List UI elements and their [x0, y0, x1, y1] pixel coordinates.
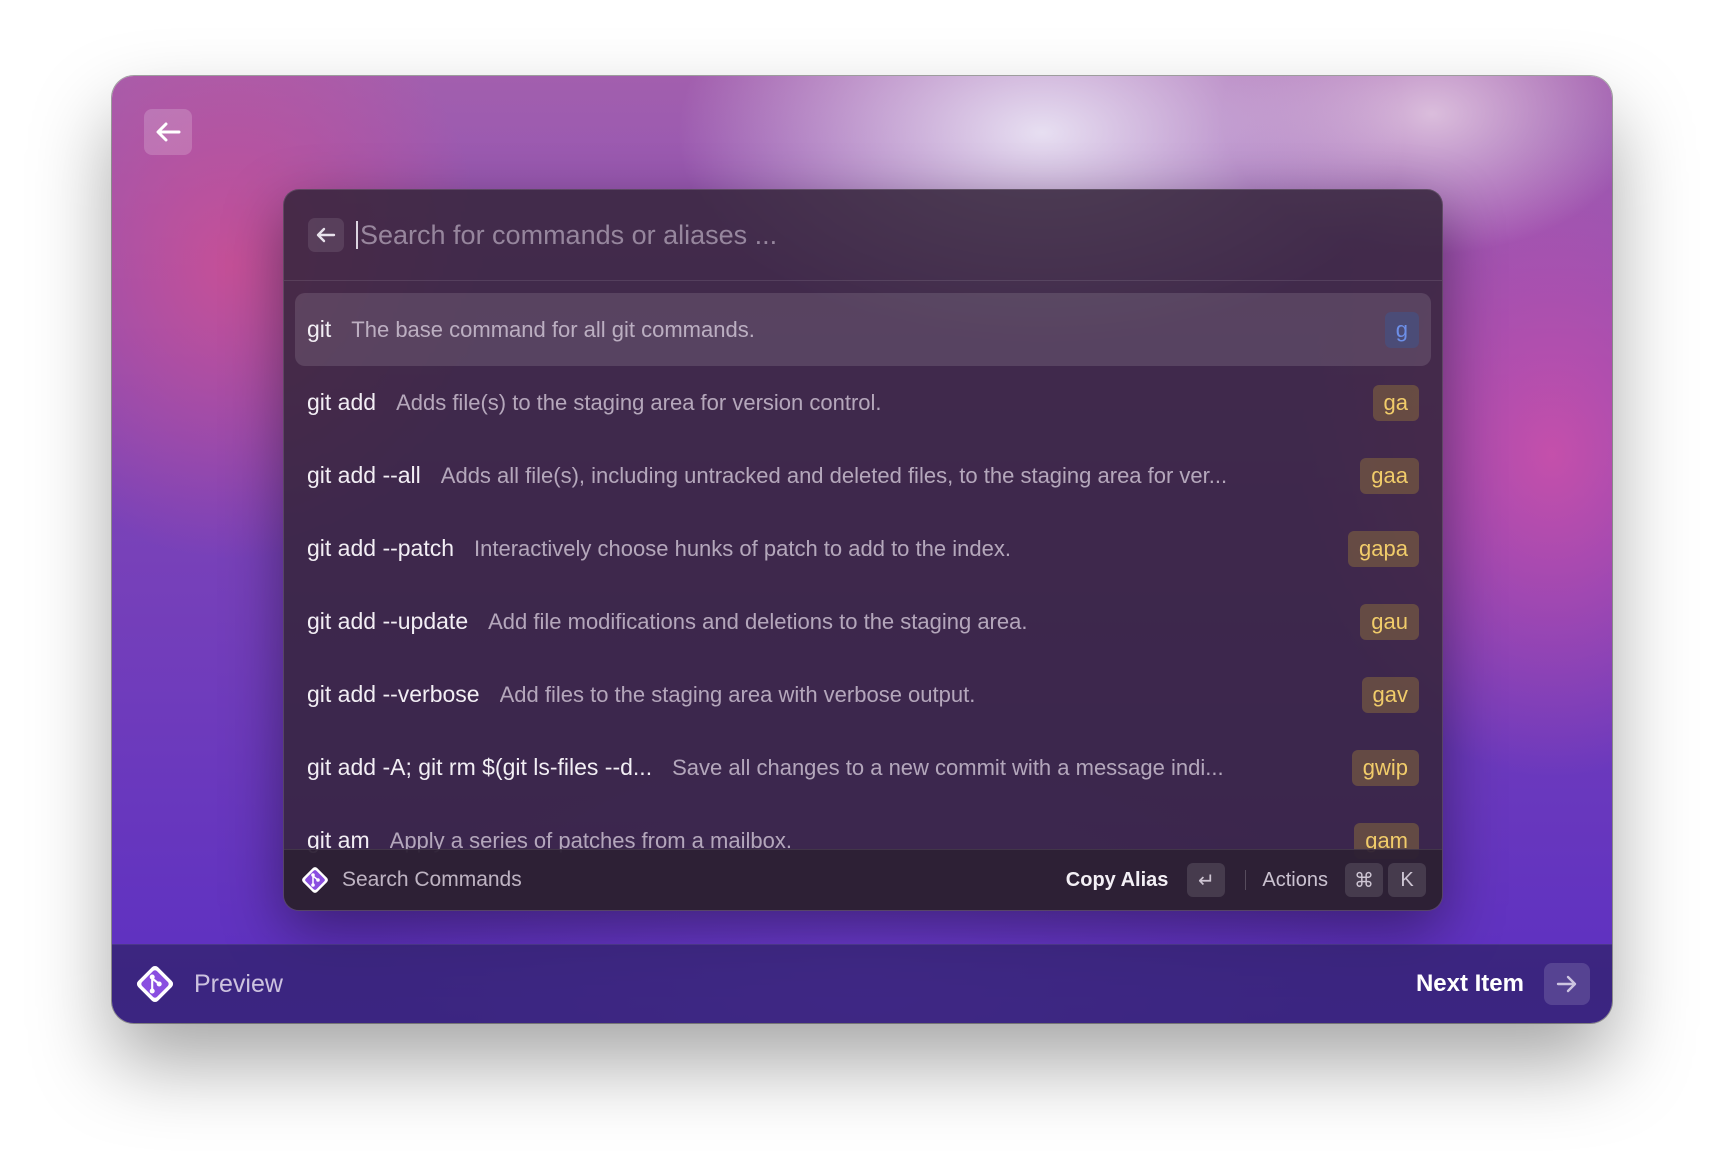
command-name: git add --patch: [307, 535, 455, 561]
search-bar: [284, 190, 1442, 281]
list-item[interactable]: git add --patch Interactively choose hun…: [295, 512, 1431, 585]
alias-badge: gaa: [1360, 457, 1419, 494]
text-caret: [356, 221, 358, 249]
list-item[interactable]: git add --verbose Add files to the stagi…: [295, 658, 1431, 731]
list-item[interactable]: git The base command for all git command…: [295, 293, 1431, 366]
next-item-button[interactable]: [1544, 963, 1590, 1005]
arrow-right-icon: [1556, 975, 1577, 993]
action-footer: Search Commands Copy Alias ↵ Actions ⌘ K: [284, 849, 1442, 910]
alias-badge: gwip: [1351, 749, 1419, 786]
list-item[interactable]: git add Adds file(s) to the staging area…: [295, 366, 1431, 439]
footer-divider: [1245, 870, 1247, 890]
list-item[interactable]: git add --all Adds all file(s), includin…: [295, 439, 1431, 512]
alias-badge: ga: [1372, 384, 1419, 421]
arrow-left-icon: [156, 122, 181, 142]
command-name: git: [307, 316, 332, 342]
preview-label: Preview: [194, 969, 283, 998]
command-name: git add --update: [307, 608, 469, 634]
bottom-bar: Preview Next Item: [112, 944, 1612, 1023]
alias-badge: gau: [1360, 603, 1419, 640]
k-key-icon: K: [1388, 863, 1426, 897]
command-key-icon: ⌘: [1345, 863, 1383, 897]
next-item-label[interactable]: Next Item: [1416, 970, 1524, 998]
command-description: Adds file(s) to the staging area for ver…: [396, 389, 882, 415]
enter-key-icon: ↵: [1187, 863, 1226, 897]
preview-window: git The base command for all git command…: [112, 76, 1612, 1023]
alias-badge: gapa: [1348, 530, 1419, 567]
command-name: git add --verbose: [307, 681, 480, 707]
command-name: git add --all: [307, 462, 421, 488]
command-description: Add files to the staging area with verbo…: [499, 681, 976, 707]
git-logo-icon: [300, 865, 330, 895]
search-back-button[interactable]: [308, 218, 344, 252]
arrow-left-icon: [316, 227, 336, 243]
alias-badge: gav: [1361, 676, 1419, 713]
command-name: git add: [307, 389, 377, 415]
search-input[interactable]: [360, 219, 1442, 251]
command-description: Add file modifications and deletions to …: [488, 608, 1028, 634]
alias-badge: g: [1384, 311, 1419, 348]
command-description: Interactively choose hunks of patch to a…: [474, 535, 1011, 561]
git-logo-icon: [134, 963, 176, 1005]
command-name: git add -A; git rm $(git ls-files --d...: [307, 754, 653, 780]
list-item[interactable]: git add --update Add file modifications …: [295, 585, 1431, 658]
command-description: Save all changes to a new commit with a …: [672, 754, 1224, 780]
copy-alias-button[interactable]: Copy Alias: [1066, 869, 1169, 892]
command-panel: git The base command for all git command…: [283, 189, 1443, 911]
window-back-button[interactable]: [144, 109, 192, 155]
command-description: Adds all file(s), including untracked an…: [440, 462, 1228, 488]
footer-title: Search Commands: [342, 868, 522, 891]
command-list[interactable]: git The base command for all git command…: [284, 281, 1442, 861]
list-item[interactable]: git add -A; git rm $(git ls-files --d...…: [295, 731, 1431, 804]
command-description: The base command for all git commands.: [351, 316, 755, 342]
actions-button[interactable]: Actions: [1262, 869, 1328, 892]
